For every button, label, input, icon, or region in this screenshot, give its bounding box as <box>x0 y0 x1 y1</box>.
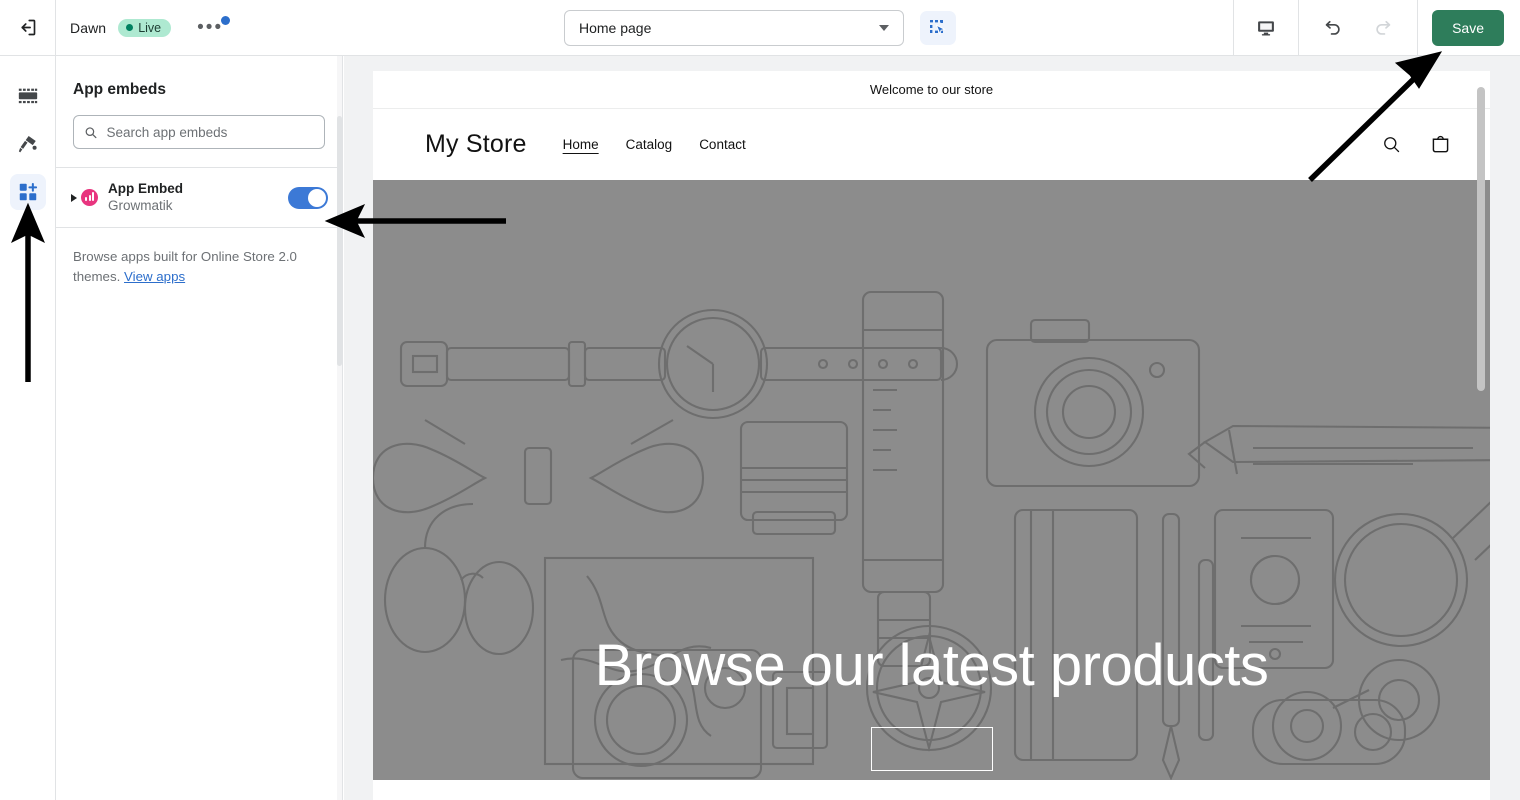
status-badge-label: Live <box>138 20 162 35</box>
history-group <box>1298 0 1417 55</box>
app-embeds-panel: App embeds App Embed Growmatik <box>56 56 343 800</box>
sidebar-item-apps[interactable] <box>9 174 46 210</box>
nav-link-home[interactable]: Home <box>563 137 599 152</box>
select-element-icon <box>930 19 946 35</box>
app-embed-text: App Embed Growmatik <box>108 180 288 215</box>
preview-scrollbar[interactable] <box>1477 87 1485 800</box>
browse-apps-note: Browse apps built for Online Store 2.0 t… <box>56 228 342 287</box>
app-embed-subtitle: Growmatik <box>108 198 173 213</box>
editor-sidebar-rail <box>0 56 56 800</box>
more-actions-button[interactable]: ••• <box>189 15 231 38</box>
cart-icon[interactable] <box>1429 133 1452 156</box>
device-preview-group <box>1233 0 1298 55</box>
store-actions <box>1381 133 1452 156</box>
save-group: Save <box>1417 0 1520 55</box>
ellipsis-icon: ••• <box>197 16 224 38</box>
preview-area: Welcome to our store My Store Home Catal… <box>344 56 1520 800</box>
sidebar-item-sections[interactable] <box>10 78 46 114</box>
theme-settings-icon <box>18 135 37 152</box>
notification-dot-icon <box>221 15 231 25</box>
preview-scrollbar-thumb[interactable] <box>1477 87 1485 391</box>
redo-button[interactable] <box>1369 13 1399 43</box>
theme-name: Dawn <box>70 19 107 36</box>
status-badge: Live <box>118 18 172 37</box>
theme-editor: Dawn Live ••• Home page Save App embeds … <box>0 0 1520 800</box>
app-embed-row[interactable]: App Embed Growmatik <box>56 167 342 228</box>
chevron-down-icon <box>879 24 889 31</box>
search-icon[interactable] <box>1381 134 1402 155</box>
store-nav: Home Catalog Contact <box>563 137 746 152</box>
store-logo: My Store <box>425 130 527 158</box>
undo-button[interactable] <box>1317 13 1347 43</box>
live-dot-icon <box>126 24 134 31</box>
expand-app-embed-button[interactable] <box>67 193 81 202</box>
store-preview-frame: Welcome to our store My Store Home Catal… <box>373 71 1490 800</box>
top-toolbar: Dawn Live ••• Home page Save <box>0 0 1520 56</box>
search-container <box>56 99 342 167</box>
save-button[interactable]: Save <box>1432 9 1504 46</box>
redo-icon <box>1376 20 1391 35</box>
page-selector-value: Home page <box>579 19 652 36</box>
sidebar-scrollbar-thumb[interactable] <box>337 116 342 366</box>
page-title: App embeds <box>73 81 167 98</box>
search-icon <box>85 126 97 138</box>
nav-link-contact[interactable]: Contact <box>699 137 746 152</box>
growmatik-bar-chart-icon <box>81 189 98 206</box>
theme-info: Dawn Live ••• <box>56 15 231 38</box>
apps-icon <box>19 183 37 201</box>
search-box[interactable] <box>73 115 325 149</box>
hero-title: Browse our latest products <box>594 633 1269 698</box>
page-controls: Home page <box>564 9 956 46</box>
announcement-bar: Welcome to our store <box>373 71 1490 109</box>
desktop-preview-button[interactable] <box>1252 14 1280 42</box>
desktop-icon <box>1258 20 1274 35</box>
hero-cta-button[interactable] <box>870 727 993 771</box>
exit-editor-button[interactable] <box>0 0 56 55</box>
sidebar-item-theme-settings[interactable] <box>10 126 46 162</box>
view-apps-link[interactable]: View apps <box>124 269 185 284</box>
search-input[interactable] <box>106 124 314 140</box>
nav-link-catalog[interactable]: Catalog <box>626 137 673 152</box>
hero-banner: Browse our latest products <box>373 180 1490 780</box>
chevron-right-icon <box>71 193 77 202</box>
app-embed-title: App Embed <box>108 181 184 196</box>
sidebar-scrollbar[interactable] <box>337 56 342 800</box>
app-embed-toggle[interactable] <box>288 186 328 209</box>
store-header: My Store Home Catalog Contact <box>373 109 1490 180</box>
inspect-element-button[interactable] <box>920 10 956 45</box>
toolbar-right: Save <box>1233 0 1520 55</box>
sections-icon <box>18 88 37 104</box>
exit-left-icon <box>21 19 36 36</box>
undo-icon <box>1325 20 1340 35</box>
page-selector[interactable]: Home page <box>564 9 904 46</box>
toggle-knob <box>308 188 326 207</box>
